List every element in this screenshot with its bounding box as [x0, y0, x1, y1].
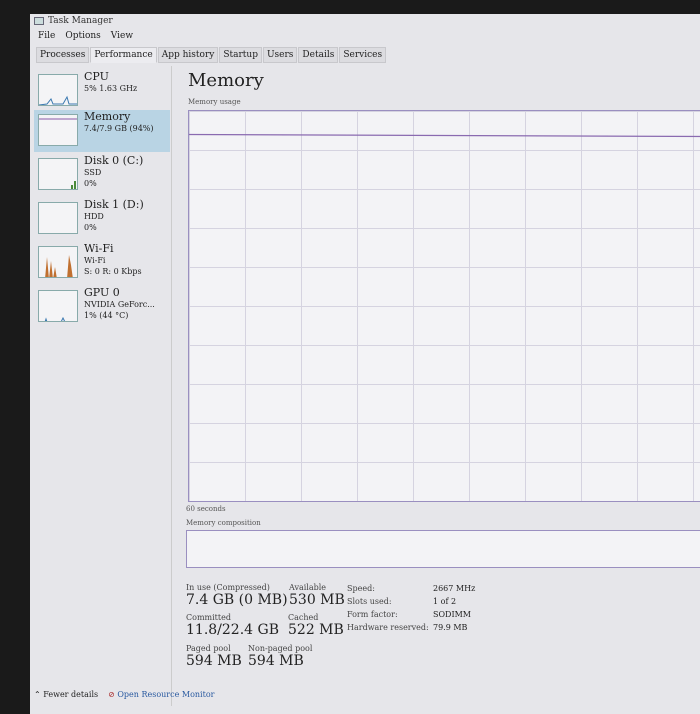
- page-title: Memory: [188, 70, 264, 91]
- tab-performance[interactable]: Performance: [90, 47, 157, 63]
- memory-composition-bar: [186, 530, 700, 568]
- footer: ⌃ Fewer details ⊘ Open Resource Monitor: [34, 690, 214, 699]
- fewer-details-label: Fewer details: [43, 690, 99, 699]
- tab-services[interactable]: Services: [339, 47, 387, 63]
- menu-view[interactable]: View: [111, 31, 133, 41]
- sidebar-item-disk0[interactable]: Disk 0 (C:) SSD 0%: [34, 154, 170, 196]
- menu-file[interactable]: File: [38, 31, 55, 41]
- sidebar-item-detail: SSD: [84, 168, 102, 177]
- sidebar-item-detail: 7.4/7.9 GB (94%): [84, 124, 154, 133]
- sidebar-item-wifi[interactable]: Wi-Fi Wi-Fi S: 0 R: 0 Kbps: [34, 242, 170, 284]
- app-icon: [34, 17, 44, 25]
- in-use-label: In use (Compressed): [186, 583, 270, 592]
- sidebar-item-label: Wi-Fi: [84, 242, 114, 255]
- gpu-thumbnail-graph: [38, 290, 78, 322]
- sidebar-item-label: Disk 1 (D:): [84, 198, 144, 211]
- hardware-reserved-value: 79.9 MB: [433, 623, 468, 632]
- committed-label: Committed: [186, 613, 231, 622]
- memory-composition-label: Memory composition: [186, 519, 261, 527]
- menu-options[interactable]: Options: [65, 31, 100, 41]
- speed-value: 2667 MHz: [433, 584, 476, 593]
- form-factor-value: SODIMM: [433, 610, 471, 619]
- sidebar-item-label: CPU: [84, 70, 109, 83]
- sidebar-item-memory[interactable]: Memory 7.4/7.9 GB (94%): [34, 110, 170, 152]
- non-paged-pool-value: 594 MB: [248, 653, 304, 669]
- time-axis-label: 60 seconds: [186, 505, 226, 513]
- form-factor-label: Form factor:: [347, 610, 398, 619]
- sidebar-item-detail: S: 0 R: 0 Kbps: [84, 267, 142, 276]
- cpu-thumbnail-graph: [38, 74, 78, 106]
- non-paged-pool-label: Non-paged pool: [248, 644, 313, 653]
- cached-label: Cached: [288, 613, 319, 622]
- wifi-thumbnail-graph: [38, 246, 78, 278]
- title-bar: Task Manager: [34, 16, 113, 26]
- tab-startup[interactable]: Startup: [219, 47, 262, 63]
- fewer-details-button[interactable]: ⌃ Fewer details: [34, 690, 98, 699]
- menu-bar: File Options View: [38, 31, 133, 41]
- disk0-thumbnail-graph: [38, 158, 78, 190]
- sidebar-item-label: Memory: [84, 110, 131, 123]
- memory-usage-label: Memory usage: [188, 98, 241, 106]
- paged-pool-value: 594 MB: [186, 653, 242, 669]
- open-resource-monitor-label: Open Resource Monitor: [117, 690, 215, 699]
- cached-value: 522 MB: [288, 622, 344, 638]
- slots-value: 1 of 2: [433, 597, 457, 606]
- sidebar-item-label: Disk 0 (C:): [84, 154, 144, 167]
- paged-pool-label: Paged pool: [186, 644, 231, 653]
- chevron-up-icon: ⌃: [34, 690, 41, 699]
- available-label: Available: [289, 583, 327, 592]
- window-title: Task Manager: [48, 16, 113, 26]
- sidebar-item-detail: 5% 1.63 GHz: [84, 84, 138, 93]
- tab-app-history[interactable]: App history: [157, 47, 219, 63]
- in-use-value: 7.4 GB (0 MB): [186, 592, 288, 608]
- sidebar-item-gpu0[interactable]: GPU 0 NVIDIA GeForc... 1% (44 °C): [34, 286, 170, 328]
- available-value: 530 MB: [289, 592, 345, 608]
- tab-bar: Processes Performance App history Startu…: [36, 47, 387, 63]
- tab-details[interactable]: Details: [298, 47, 339, 63]
- slots-label: Slots used:: [347, 597, 392, 606]
- memory-usage-graph: [188, 110, 700, 502]
- sidebar-item-detail: 1% (44 °C): [84, 311, 129, 320]
- sidebar-item-detail: 0%: [84, 223, 97, 232]
- disk1-thumbnail-graph: [38, 202, 78, 234]
- committed-value: 11.8/22.4 GB: [186, 622, 279, 638]
- memory-panel: Memory Memory usage 60 seconds Memory co…: [186, 70, 700, 669]
- sidebar-item-label: GPU 0: [84, 286, 120, 299]
- memory-usage-line: [189, 133, 700, 138]
- open-resource-monitor-link[interactable]: ⊘ Open Resource Monitor: [108, 690, 214, 699]
- speed-label: Speed:: [347, 584, 375, 593]
- sidebar-item-detail: Wi-Fi: [84, 256, 106, 265]
- sidebar-item-detail: 0%: [84, 179, 97, 188]
- sidebar-item-detail: HDD: [84, 212, 104, 221]
- sidebar-item-detail: NVIDIA GeForc...: [84, 300, 155, 309]
- tab-processes[interactable]: Processes: [36, 47, 90, 63]
- sidebar-item-cpu[interactable]: CPU 5% 1.63 GHz: [34, 70, 170, 112]
- sidebar-item-disk1[interactable]: Disk 1 (D:) HDD 0%: [34, 198, 170, 240]
- task-manager-window: Task Manager File Options View Processes…: [30, 14, 700, 714]
- tab-users[interactable]: Users: [262, 47, 298, 63]
- memory-thumbnail-graph: [38, 114, 78, 146]
- hardware-reserved-label: Hardware reserved:: [347, 623, 429, 632]
- resource-monitor-icon: ⊘: [108, 690, 115, 699]
- resource-sidebar: CPU 5% 1.63 GHz Memory 7.4/7.9 GB (94%) Di…: [30, 66, 172, 706]
